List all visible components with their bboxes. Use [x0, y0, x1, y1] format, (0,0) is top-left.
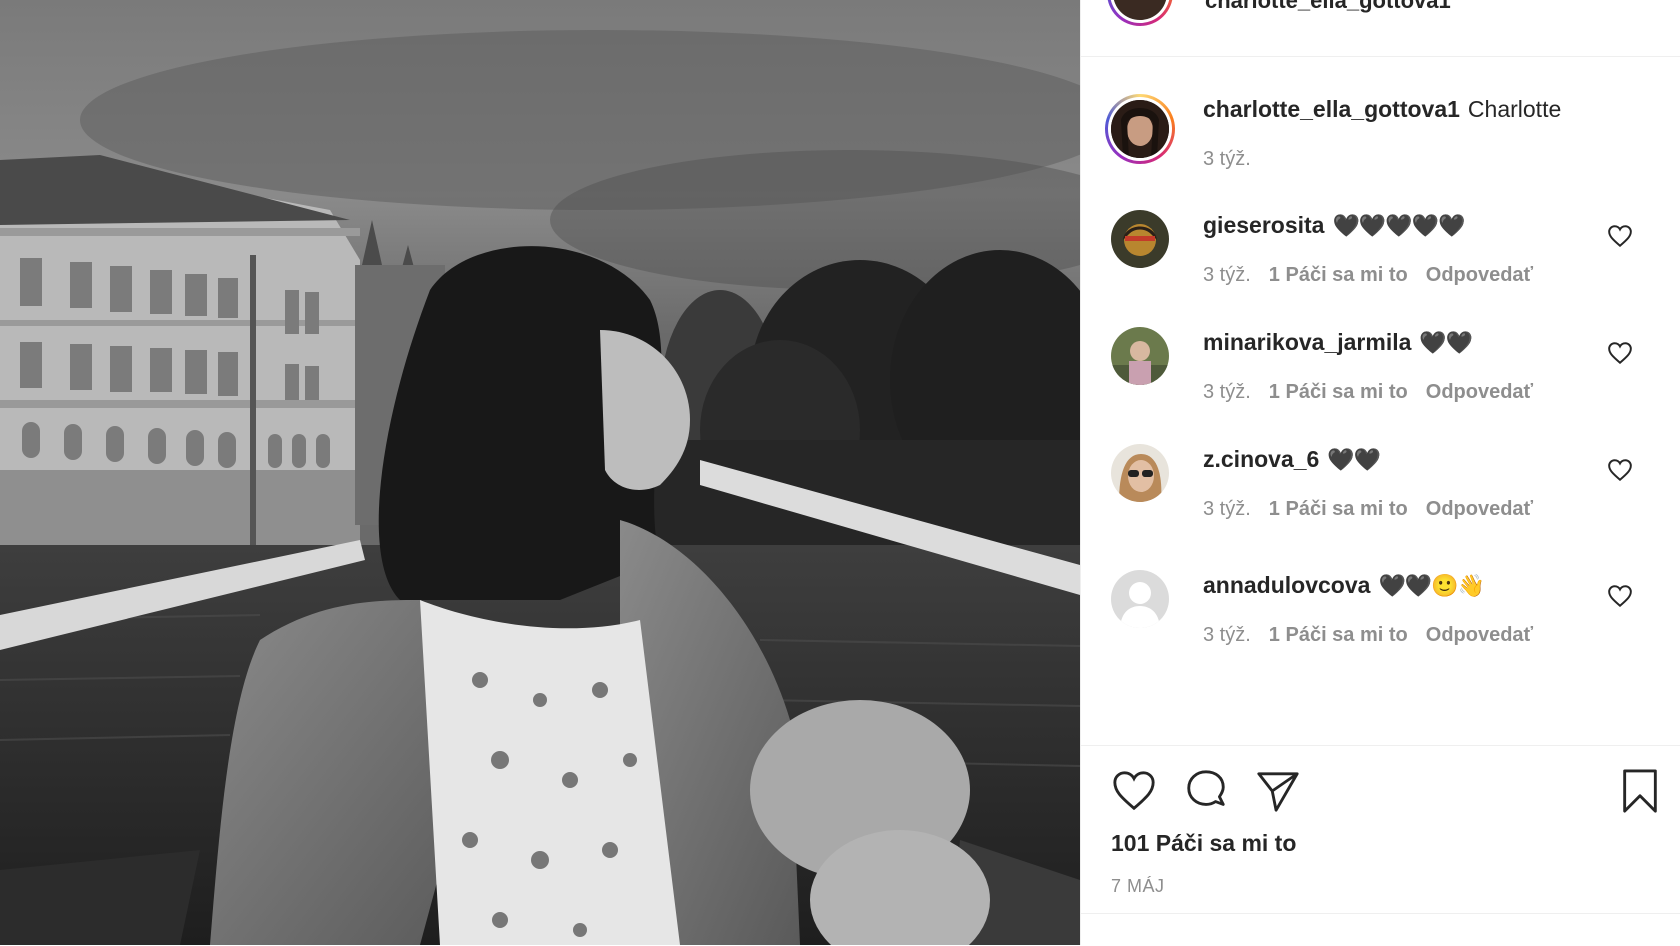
comment-text: 🖤🖤 — [1327, 447, 1381, 472]
commenter-avatar[interactable] — [1111, 444, 1169, 502]
photo-image — [0, 0, 1080, 945]
likes-count[interactable]: 101 Páči sa mi to — [1111, 830, 1296, 857]
comment-text: 🖤🖤 — [1419, 330, 1473, 355]
comment-icon[interactable] — [1183, 768, 1229, 814]
header-username[interactable]: charlotte_ella_gottova1 — [1205, 0, 1451, 14]
comment-username[interactable]: minarikova_jarmila — [1203, 329, 1411, 355]
commenter-avatar[interactable] — [1111, 327, 1169, 385]
comment-text: 🖤🖤🙂👋 — [1378, 573, 1485, 598]
comment-username[interactable]: z.cinova_6 — [1203, 446, 1319, 472]
comment-item: z.cinova_6 🖤🖤 3 týž. 1 Páči sa mi to Odpove… — [1081, 444, 1680, 554]
comment-likes[interactable]: 1 Páči sa mi to — [1269, 381, 1408, 403]
reply-button[interactable]: Odpovedať — [1426, 624, 1533, 646]
comment-likes[interactable]: 1 Páči sa mi to — [1269, 498, 1408, 520]
heart-icon[interactable] — [1607, 458, 1633, 482]
reply-button[interactable]: Odpovedať — [1426, 381, 1533, 403]
comment-username[interactable]: annadulovcova — [1203, 572, 1370, 598]
comment-time[interactable]: 3 týž. — [1203, 624, 1251, 646]
post-date[interactable]: 7 MÁJ — [1111, 876, 1165, 897]
bookmark-icon[interactable] — [1617, 768, 1663, 814]
default-avatar-icon — [1111, 570, 1169, 628]
add-comment-bar[interactable] — [1081, 913, 1680, 946]
caption-username[interactable]: charlotte_ella_gottova1 — [1203, 96, 1460, 122]
heart-icon[interactable] — [1607, 584, 1633, 608]
header-avatar[interactable] — [1107, 0, 1173, 26]
reply-button[interactable]: Odpovedať — [1426, 498, 1533, 520]
comment-time[interactable]: 3 týž. — [1203, 498, 1251, 520]
post-side-panel: charlotte_ella_gottova1 charlotte_ella_g… — [1080, 0, 1680, 945]
paper-plane-icon[interactable] — [1255, 768, 1301, 814]
caption-time[interactable]: 3 týž. — [1203, 148, 1251, 171]
comment-item: annadulovcova 🖤🖤🙂👋 3 týž. 1 Páči sa mi to O… — [1081, 570, 1680, 680]
comment-time[interactable]: 3 týž. — [1203, 381, 1251, 403]
comment-username[interactable]: gieserosita — [1203, 212, 1324, 238]
post-photo — [0, 0, 1080, 945]
author-photo — [1111, 100, 1169, 158]
commenter-avatar[interactable] — [1111, 210, 1169, 268]
comment-item: gieserosita 🖤🖤🖤🖤🖤 3 týž. 1 Páči sa mi to Od… — [1081, 210, 1680, 320]
post-caption: charlotte_ella_gottova1 Charlotte 3 týž. — [1081, 90, 1680, 190]
comment-likes[interactable]: 1 Páči sa mi to — [1269, 624, 1408, 646]
author-avatar[interactable] — [1105, 94, 1175, 164]
reply-button[interactable]: Odpovedať — [1426, 264, 1533, 286]
comment-item: minarikova_jarmila 🖤🖤 3 týž. 1 Páči sa mi … — [1081, 327, 1680, 437]
post-header: charlotte_ella_gottova1 — [1081, 0, 1680, 57]
comment-likes[interactable]: 1 Páči sa mi to — [1269, 264, 1408, 286]
comment-time[interactable]: 3 týž. — [1203, 264, 1251, 286]
caption-text: Charlotte — [1467, 96, 1562, 122]
heart-icon[interactable] — [1111, 768, 1157, 814]
heart-icon[interactable] — [1607, 224, 1633, 248]
heart-icon[interactable] — [1607, 341, 1633, 365]
commenter-avatar[interactable] — [1111, 570, 1169, 628]
comment-text: 🖤🖤🖤🖤🖤 — [1332, 213, 1465, 238]
